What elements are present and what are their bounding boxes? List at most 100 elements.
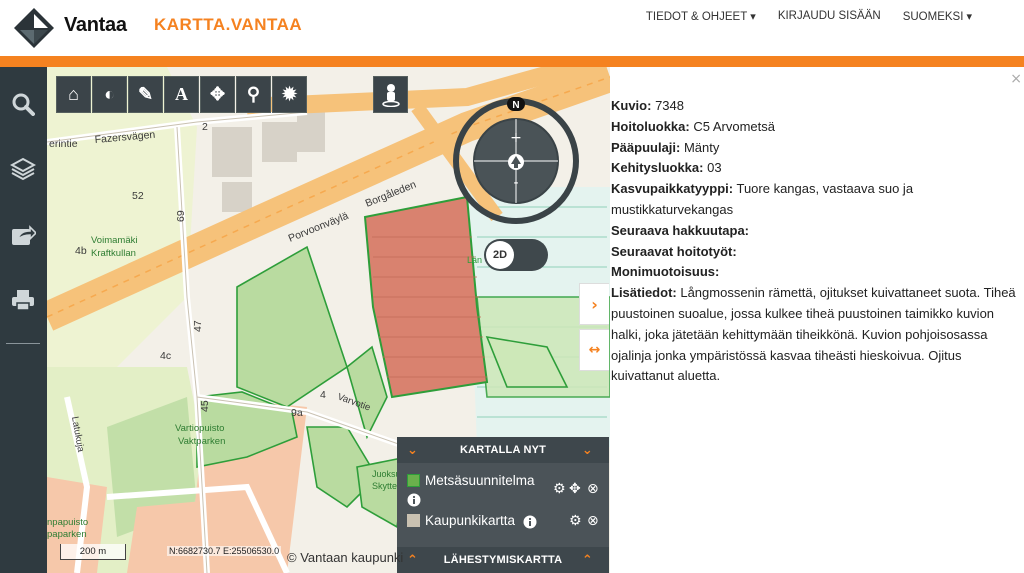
- accent-bar: [0, 56, 1024, 67]
- close-icon[interactable]: ×: [1010, 71, 1022, 87]
- map-label-4b: 4b: [75, 245, 87, 257]
- chevron-down-icon: ⌄: [581, 443, 593, 458]
- sidebar-layers-button[interactable]: [4, 150, 42, 188]
- map-label-paparken: paparken: [47, 529, 87, 540]
- info-icon[interactable]: [523, 515, 537, 529]
- overview-map-header[interactable]: ⌃ LÄHESTYMISKARTTA ⌃: [397, 547, 609, 573]
- map-label-npapuisto: npapuisto: [47, 517, 88, 528]
- info-field: Seuraava hakkuutapa:: [611, 221, 1016, 242]
- info-field: Hoitoluokka: C5 Arvometsä: [611, 117, 1016, 138]
- info-field-label: Seuraavat hoitotyöt:: [611, 243, 737, 259]
- contrast-button[interactable]: ◐: [92, 76, 127, 113]
- info-field-label: Hoitoluokka:: [611, 118, 690, 134]
- search-icon: [12, 93, 35, 116]
- chevron-down-icon: ⌄: [407, 443, 419, 458]
- resize-panel-button[interactable]: ↔: [579, 329, 609, 371]
- top-nav: TIEDOT & OHJEET KIRJAUDU SISÄÄN SUOMEKSI: [646, 10, 972, 23]
- view-mode-toggle[interactable]: 2D: [484, 239, 548, 271]
- zoom-in-button[interactable]: +: [510, 130, 522, 146]
- overview-map-title: LÄHESTYMISKARTTA: [443, 554, 563, 566]
- map-label-lan: Län: [467, 255, 482, 265]
- settings-gear-icon[interactable]: ⚙: [569, 513, 582, 529]
- info-icon[interactable]: [407, 493, 421, 507]
- chevron-right-icon: ›: [591, 294, 598, 314]
- share-icon: [12, 225, 36, 245]
- info-field-label: Seuraava hakkuutapa:: [611, 222, 750, 238]
- header: Vantaa KARTTA.VANTAA TIEDOT & OHJEET KIR…: [0, 0, 1024, 58]
- north-indicator: N: [512, 100, 519, 111]
- map-label-4c: 4c: [160, 350, 171, 362]
- site-title[interactable]: KARTTA.VANTAA: [154, 15, 302, 35]
- sidebar-print-button[interactable]: [4, 281, 42, 319]
- map-label-vaktparken: Vaktparken: [178, 436, 225, 447]
- sidebar-search-button[interactable]: [4, 85, 42, 123]
- coordinates-readout: N:6682730.7 E:25506530.0: [167, 546, 282, 556]
- measure-button[interactable]: ✎: [128, 76, 163, 113]
- scale-bar: 200 m: [60, 544, 126, 560]
- zoom-out-button[interactable]: -: [513, 175, 518, 191]
- map-label-69: 69: [175, 210, 187, 222]
- info-field-label: Kuvio:: [611, 98, 652, 113]
- print-icon: [12, 290, 34, 311]
- layer-name-forest-plan: Metsäsuunnitelma: [425, 473, 535, 488]
- person-icon: [381, 83, 400, 107]
- info-field-value: 03: [703, 160, 722, 176]
- map-label-4: 4: [320, 389, 326, 401]
- map-view[interactable]: erintie Fazersvägen Porvoonväylä Borgåle…: [47, 67, 610, 573]
- city-map-layer-icon: [407, 514, 420, 527]
- pan-button[interactable]: ✥: [200, 76, 235, 113]
- layer-row-city-map[interactable]: Kaupunkikartta: [407, 513, 515, 528]
- view-mode-label: 2D: [486, 241, 514, 269]
- app: Vantaa KARTTA.VANTAA TIEDOT & OHJEET KIR…: [0, 0, 1024, 573]
- nav-language[interactable]: SUOMEKSI: [903, 10, 972, 23]
- vantaa-logo-icon[interactable]: [12, 6, 56, 50]
- map-label-vartiopuisto: Vartiopuisto: [175, 423, 224, 434]
- chevron-up-icon: ⌃: [581, 553, 593, 568]
- map-label-9a: 9a: [291, 407, 303, 419]
- info-field-value: C5 Arvometsä: [689, 118, 775, 134]
- resize-horizontal-icon: ↔: [588, 342, 601, 358]
- compass-control[interactable]: N + -: [452, 97, 580, 225]
- layers-panel: ⌄ KARTALLA NYT ⌄ Metsäsuunnitelma ⚙ ✥ ⊗ …: [397, 437, 609, 573]
- left-sidebar: [0, 67, 47, 573]
- map-label-kraftkullan: Kraftkullan: [91, 248, 136, 259]
- expand-panel-button[interactable]: ›: [579, 283, 609, 325]
- layers-panel-header[interactable]: ⌄ KARTALLA NYT ⌄: [397, 437, 609, 463]
- info-field-label: Lisätiedot:: [611, 285, 677, 301]
- street-view-button[interactable]: [373, 76, 408, 113]
- nav-login[interactable]: KIRJAUDU SISÄÄN: [778, 10, 881, 23]
- home-button[interactable]: ⌂: [56, 76, 91, 113]
- forest-layer-icon: [407, 474, 420, 487]
- info-field-label: Kasvupaikkatyyppi:: [611, 181, 734, 197]
- map-label-45: 45: [199, 400, 211, 412]
- feature-info-panel: × Kuvio: 7348 Hoitoluokka: C5 Arvometsä Pä…: [610, 67, 1024, 573]
- home-icon: ⌂: [68, 84, 79, 104]
- move-layer-icon[interactable]: ✥: [569, 481, 581, 497]
- layer-row-forest-plan[interactable]: Metsäsuunnitelma: [407, 473, 535, 488]
- map-label-erintie: erintie: [49, 138, 78, 150]
- info-field: Kasvupaikkatyyppi: Tuore kangas, vastaav…: [611, 179, 1016, 221]
- location-button[interactable]: ⚲: [236, 76, 271, 113]
- info-field: Lisätiedot: Långmossenin rämettä, ojituk…: [611, 283, 1016, 387]
- layers-icon: [10, 157, 36, 181]
- feature-info-body: Kuvio: 7348 Hoitoluokka: C5 Arvometsä Pääp…: [611, 96, 1016, 387]
- text-tool-button[interactable]: A: [164, 76, 199, 113]
- info-field-label: Kehitysluokka:: [611, 160, 704, 176]
- remove-layer-icon[interactable]: ⊗: [587, 513, 599, 529]
- map-label-2: 2: [202, 121, 208, 133]
- remove-layer-icon[interactable]: ⊗: [587, 481, 599, 497]
- sidebar-divider: [6, 343, 40, 344]
- nav-info-help[interactable]: TIEDOT & OHJEET: [646, 10, 756, 23]
- layer-name-city-map: Kaupunkikartta: [425, 513, 516, 528]
- info-field: Kehitysluokka: 03: [611, 158, 1016, 179]
- settings-gear-icon[interactable]: ⚙: [553, 481, 566, 497]
- info-field: Monimuotoisuus:: [611, 262, 1016, 283]
- info-field: Seuraavat hoitotyöt:: [611, 242, 1016, 263]
- sidebar-share-button[interactable]: [4, 216, 42, 254]
- info-field: Pääpuulaji: Mänty: [611, 138, 1016, 159]
- copyright-text: © Vantaan kaupunki: [287, 550, 404, 565]
- sun-button[interactable]: ✹: [272, 76, 307, 113]
- map-label-52: 52: [132, 190, 144, 202]
- text-icon: A: [175, 84, 188, 104]
- move-icon: ✥: [209, 84, 226, 104]
